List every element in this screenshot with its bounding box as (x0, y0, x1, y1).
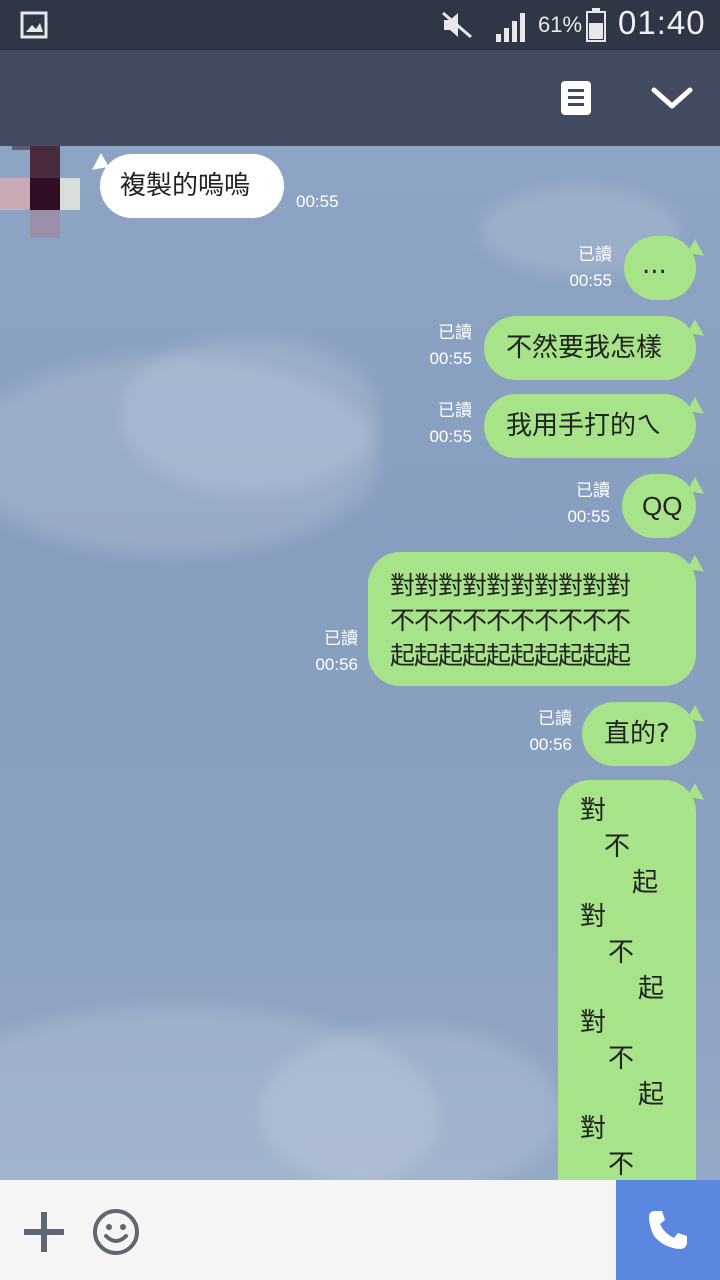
message-char: 對 (580, 1114, 607, 1144)
message-bubble-outgoing[interactable]: 對 不 起 對 不 起 對 不 起 對 不 (558, 780, 696, 1180)
message-input-bar (0, 1180, 720, 1280)
read-receipt: 已讀 (576, 481, 610, 500)
plus-icon[interactable] (22, 1210, 66, 1254)
message-char: 不 (608, 938, 635, 968)
message-meta: 已讀 00:56 (500, 706, 572, 758)
message-text: 直的? (604, 719, 670, 749)
message-bubble-incoming[interactable]: 複製的嗚嗚 (100, 154, 284, 218)
message-meta: 已讀 00:55 (400, 320, 472, 372)
message-text: 不然要我怎樣 (506, 333, 663, 363)
message-time: 00:56 (529, 735, 572, 754)
message-bubble-outgoing[interactable]: 對對對對對對對對對對 不不不不不不不不不不 起起起起起起起起起起 (368, 552, 696, 686)
phone-icon (649, 1211, 687, 1249)
chevron-down-icon[interactable] (650, 84, 694, 112)
message-text: 我用手打的ㄟ (506, 411, 663, 441)
message-char: 起 (638, 1080, 665, 1110)
message-time: 00:56 (315, 655, 358, 674)
message-line: 起起起起起起起起起起 (390, 641, 631, 670)
message-bubble-outgoing[interactable]: 我用手打的ㄟ (484, 394, 696, 458)
message-char: 對 (580, 1008, 607, 1038)
status-clock: 01:40 (618, 4, 706, 41)
notes-icon[interactable] (560, 80, 592, 116)
status-bar: 61% 01:40 (0, 0, 720, 50)
read-receipt: 已讀 (578, 245, 612, 264)
chat-header (0, 50, 720, 146)
message-char: 起 (638, 974, 665, 1004)
message-text: 複製的嗚嗚 (120, 171, 251, 201)
message-char: 對 (580, 796, 607, 826)
message-meta: 已讀 00:56 (286, 626, 358, 678)
message-time: 00:55 (429, 427, 472, 446)
read-receipt: 已讀 (438, 401, 472, 420)
chat-area[interactable]: 複製的嗚嗚 00:55 已讀 00:55 ... 已讀 00:55 不然要我怎樣… (0, 146, 720, 1180)
message-char: 不 (608, 1044, 635, 1074)
message-time: 00:55 (296, 192, 339, 211)
message-bubble-outgoing[interactable]: ... (624, 236, 696, 300)
message-char: 起 (632, 868, 659, 898)
message-line: 不不不不不不不不不不 (390, 606, 631, 635)
read-receipt: 已讀 (324, 629, 358, 648)
battery-icon (586, 8, 606, 42)
message-bubble-outgoing[interactable]: 直的? (582, 702, 696, 766)
message-char: 對 (580, 902, 607, 932)
contact-avatar[interactable] (0, 146, 80, 238)
message-meta: 已讀 00:55 (400, 398, 472, 450)
message-meta: 已讀 00:55 (540, 242, 612, 294)
signal-icon (496, 13, 525, 42)
mute-icon (442, 11, 472, 39)
message-text: ... (642, 250, 667, 280)
emoji-icon[interactable] (92, 1208, 140, 1256)
message-time: 00:55 (569, 271, 612, 290)
message-line: 對對對對對對對對對對 (390, 571, 631, 600)
message-char: 不 (604, 832, 631, 862)
message-char: 不 (608, 1150, 635, 1180)
message-time: 00:55 (567, 507, 610, 526)
call-button[interactable] (616, 1180, 720, 1280)
gallery-icon (20, 11, 48, 39)
message-bubble-outgoing[interactable]: QQ (622, 474, 696, 538)
battery-percent: 61% (538, 12, 583, 37)
message-time: 00:55 (429, 349, 472, 368)
message-text: QQ (642, 491, 683, 521)
read-receipt: 已讀 (538, 709, 572, 728)
message-bubble-outgoing[interactable]: 不然要我怎樣 (484, 316, 696, 380)
read-receipt: 已讀 (438, 323, 472, 342)
message-meta: 已讀 00:55 (538, 478, 610, 530)
